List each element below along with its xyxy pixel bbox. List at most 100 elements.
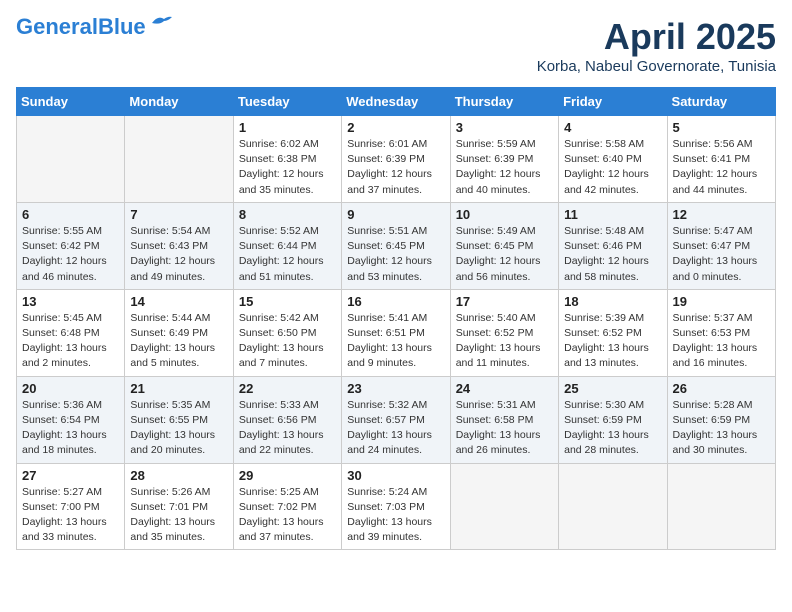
day-detail: Sunrise: 5:28 AM Sunset: 6:59 PM Dayligh…: [673, 398, 770, 459]
day-detail: Sunrise: 6:01 AM Sunset: 6:39 PM Dayligh…: [347, 137, 444, 198]
day-detail: Sunrise: 5:59 AM Sunset: 6:39 PM Dayligh…: [456, 137, 553, 198]
day-detail: Sunrise: 6:02 AM Sunset: 6:38 PM Dayligh…: [239, 137, 336, 198]
day-detail: Sunrise: 5:25 AM Sunset: 7:02 PM Dayligh…: [239, 485, 336, 546]
day-detail: Sunrise: 5:42 AM Sunset: 6:50 PM Dayligh…: [239, 311, 336, 372]
calendar-cell: 15Sunrise: 5:42 AM Sunset: 6:50 PM Dayli…: [233, 289, 341, 376]
title-block: April 2025 Korba, Nabeul Governorate, Tu…: [537, 16, 776, 75]
calendar-cell: 30Sunrise: 5:24 AM Sunset: 7:03 PM Dayli…: [342, 463, 450, 550]
day-detail: Sunrise: 5:41 AM Sunset: 6:51 PM Dayligh…: [347, 311, 444, 372]
day-detail: Sunrise: 5:30 AM Sunset: 6:59 PM Dayligh…: [564, 398, 661, 459]
weekday-header-tuesday: Tuesday: [233, 88, 341, 116]
calendar-cell: 17Sunrise: 5:40 AM Sunset: 6:52 PM Dayli…: [450, 289, 558, 376]
calendar-cell: 7Sunrise: 5:54 AM Sunset: 6:43 PM Daylig…: [125, 202, 233, 289]
day-detail: Sunrise: 5:39 AM Sunset: 6:52 PM Dayligh…: [564, 311, 661, 372]
day-detail: Sunrise: 5:58 AM Sunset: 6:40 PM Dayligh…: [564, 137, 661, 198]
calendar-cell: 14 Sunrise: 5:44 AM Sunset: 6:49 PM Dayli…: [125, 289, 233, 376]
calendar-cell: [450, 463, 558, 550]
day-number: 24: [456, 381, 553, 396]
calendar-cell: 6 Sunrise: 5:55 AM Sunset: 6:42 PM Daylig…: [17, 202, 125, 289]
day-number: 3: [456, 120, 553, 135]
weekday-header-friday: Friday: [559, 88, 667, 116]
calendar-cell: [559, 463, 667, 550]
day-detail: Sunrise: 5:56 AM Sunset: 6:41 PM Dayligh…: [673, 137, 770, 198]
calendar-cell: 18 Sunrise: 5:39 AM Sunset: 6:52 PM Dayli…: [559, 289, 667, 376]
calendar-cell: 12 Sunrise: 5:47 AM Sunset: 6:47 PM Dayli…: [667, 202, 775, 289]
calendar-cell: 23 Sunrise: 5:32 AM Sunset: 6:57 PM Dayli…: [342, 376, 450, 463]
day-number: 28: [130, 468, 227, 483]
day-detail: Sunrise: 5:37 AM Sunset: 6:53 PM Dayligh…: [673, 311, 770, 372]
day-number: 11: [564, 207, 661, 222]
day-number: 10: [456, 207, 553, 222]
day-number: 9: [347, 207, 444, 222]
day-number: 19: [673, 294, 770, 309]
calendar-table: SundayMondayTuesdayWednesdayThursdayFrid…: [16, 87, 776, 550]
day-number: 12: [673, 207, 770, 222]
calendar-cell: 5 Sunrise: 5:56 AM Sunset: 6:41 PM Daylig…: [667, 116, 775, 203]
day-detail: Sunrise: 5:51 AM Sunset: 6:45 PM Dayligh…: [347, 224, 444, 285]
calendar-cell: 3 Sunrise: 5:59 AM Sunset: 6:39 PM Daylig…: [450, 116, 558, 203]
calendar-cell: 2 Sunrise: 6:01 AM Sunset: 6:39 PM Daylig…: [342, 116, 450, 203]
logo: GeneralBlue: [16, 16, 172, 38]
weekday-header-row: SundayMondayTuesdayWednesdayThursdayFrid…: [17, 88, 776, 116]
weekday-header-wednesday: Wednesday: [342, 88, 450, 116]
day-number: 21: [130, 381, 227, 396]
day-detail: Sunrise: 5:44 AM Sunset: 6:49 PM Dayligh…: [130, 311, 227, 372]
day-detail: Sunrise: 5:55 AM Sunset: 6:42 PM Dayligh…: [22, 224, 119, 285]
page-header: GeneralBlue April 2025 Korba, Nabeul Gov…: [16, 16, 776, 75]
logo-bird-icon: [150, 15, 172, 31]
day-detail: Sunrise: 5:48 AM Sunset: 6:46 PM Dayligh…: [564, 224, 661, 285]
day-detail: Sunrise: 5:26 AM Sunset: 7:01 PM Dayligh…: [130, 485, 227, 546]
month-year-title: April 2025: [537, 16, 776, 58]
day-number: 14: [130, 294, 227, 309]
day-number: 16: [347, 294, 444, 309]
day-number: 18: [564, 294, 661, 309]
calendar-cell: 1Sunrise: 6:02 AM Sunset: 6:38 PM Daylig…: [233, 116, 341, 203]
day-detail: Sunrise: 5:47 AM Sunset: 6:47 PM Dayligh…: [673, 224, 770, 285]
calendar-cell: 24 Sunrise: 5:31 AM Sunset: 6:58 PM Dayli…: [450, 376, 558, 463]
logo-text: GeneralBlue: [16, 16, 146, 38]
week-row-4: 20Sunrise: 5:36 AM Sunset: 6:54 PM Dayli…: [17, 376, 776, 463]
day-number: 26: [673, 381, 770, 396]
calendar-cell: 16 Sunrise: 5:41 AM Sunset: 6:51 PM Dayli…: [342, 289, 450, 376]
day-number: 22: [239, 381, 336, 396]
weekday-header-saturday: Saturday: [667, 88, 775, 116]
day-detail: Sunrise: 5:35 AM Sunset: 6:55 PM Dayligh…: [130, 398, 227, 459]
calendar-cell: [125, 116, 233, 203]
day-number: 23: [347, 381, 444, 396]
day-number: 25: [564, 381, 661, 396]
location-subtitle: Korba, Nabeul Governorate, Tunisia: [537, 58, 776, 75]
day-detail: Sunrise: 5:52 AM Sunset: 6:44 PM Dayligh…: [239, 224, 336, 285]
day-detail: Sunrise: 5:27 AM Sunset: 7:00 PM Dayligh…: [22, 485, 119, 546]
calendar-cell: 20Sunrise: 5:36 AM Sunset: 6:54 PM Dayli…: [17, 376, 125, 463]
day-number: 4: [564, 120, 661, 135]
week-row-3: 13 Sunrise: 5:45 AM Sunset: 6:48 PM Dayli…: [17, 289, 776, 376]
calendar-cell: 9 Sunrise: 5:51 AM Sunset: 6:45 PM Daylig…: [342, 202, 450, 289]
calendar-cell: 11 Sunrise: 5:48 AM Sunset: 6:46 PM Dayli…: [559, 202, 667, 289]
weekday-header-sunday: Sunday: [17, 88, 125, 116]
weekday-header-monday: Monday: [125, 88, 233, 116]
logo-blue: Blue: [98, 14, 146, 39]
calendar-cell: 27Sunrise: 5:27 AM Sunset: 7:00 PM Dayli…: [17, 463, 125, 550]
day-number: 8: [239, 207, 336, 222]
day-detail: Sunrise: 5:49 AM Sunset: 6:45 PM Dayligh…: [456, 224, 553, 285]
day-detail: Sunrise: 5:45 AM Sunset: 6:48 PM Dayligh…: [22, 311, 119, 372]
calendar-cell: 10 Sunrise: 5:49 AM Sunset: 6:45 PM Dayli…: [450, 202, 558, 289]
calendar-cell: 13 Sunrise: 5:45 AM Sunset: 6:48 PM Dayli…: [17, 289, 125, 376]
calendar-cell: 19 Sunrise: 5:37 AM Sunset: 6:53 PM Dayli…: [667, 289, 775, 376]
calendar-cell: 8 Sunrise: 5:52 AM Sunset: 6:44 PM Daylig…: [233, 202, 341, 289]
calendar-cell: 25 Sunrise: 5:30 AM Sunset: 6:59 PM Dayli…: [559, 376, 667, 463]
weekday-header-thursday: Thursday: [450, 88, 558, 116]
day-number: 5: [673, 120, 770, 135]
day-number: 29: [239, 468, 336, 483]
week-row-2: 6 Sunrise: 5:55 AM Sunset: 6:42 PM Daylig…: [17, 202, 776, 289]
calendar-cell: [667, 463, 775, 550]
calendar-cell: 26 Sunrise: 5:28 AM Sunset: 6:59 PM Dayli…: [667, 376, 775, 463]
day-number: 2: [347, 120, 444, 135]
day-number: 6: [22, 207, 119, 222]
day-number: 13: [22, 294, 119, 309]
day-detail: Sunrise: 5:31 AM Sunset: 6:58 PM Dayligh…: [456, 398, 553, 459]
day-number: 17: [456, 294, 553, 309]
day-detail: Sunrise: 5:32 AM Sunset: 6:57 PM Dayligh…: [347, 398, 444, 459]
calendar-cell: 28 Sunrise: 5:26 AM Sunset: 7:01 PM Dayli…: [125, 463, 233, 550]
day-number: 30: [347, 468, 444, 483]
